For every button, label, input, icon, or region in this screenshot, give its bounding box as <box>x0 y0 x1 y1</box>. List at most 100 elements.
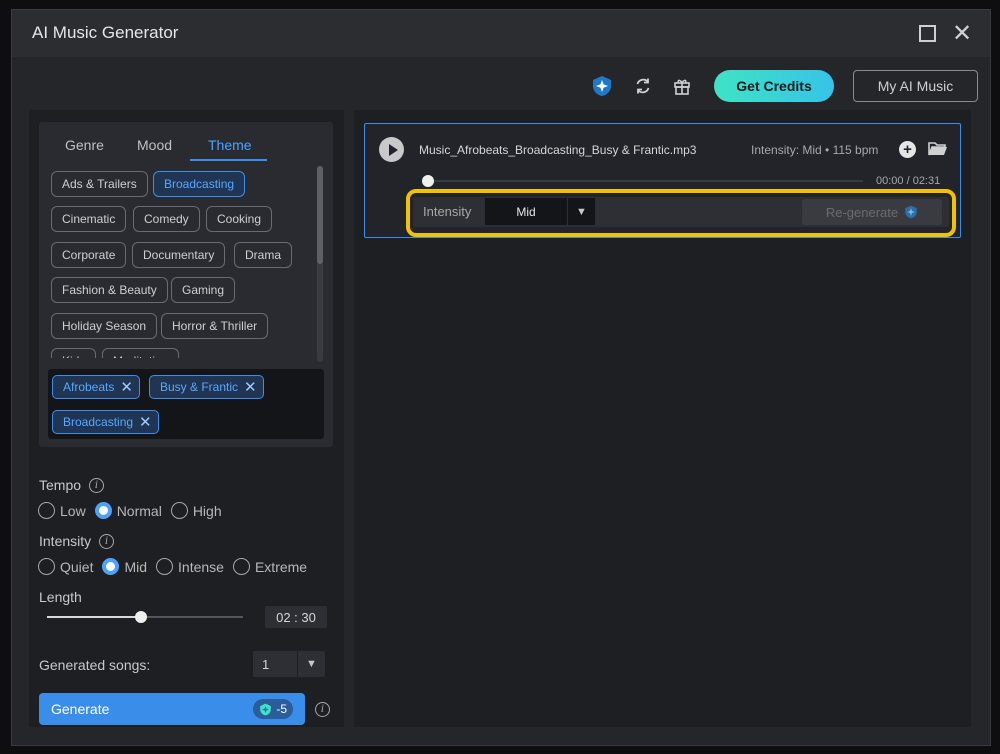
selected-tag-label: Broadcasting <box>63 415 134 429</box>
refresh-icon <box>636 78 650 94</box>
ai-credit-icon[interactable] <box>591 75 613 97</box>
selected-tag[interactable]: Afrobeats ✕ <box>52 375 140 399</box>
track-file-name: Music_Afrobeats_Broadcasting_Busy & Fran… <box>419 143 697 157</box>
radio-dot <box>232 558 250 575</box>
intensity-extreme-radio[interactable]: Extreme <box>232 558 307 575</box>
chip-scrollbar[interactable] <box>317 166 323 362</box>
tab-mood[interactable]: Mood <box>137 137 172 153</box>
my-ai-music-button[interactable]: My AI Music <box>853 70 978 102</box>
length-slider-fill <box>47 616 142 618</box>
chip-meditation[interactable]: Meditation <box>102 348 180 358</box>
intensity-label: Intensity i <box>39 533 115 549</box>
chip-comedy[interactable]: Comedy <box>133 206 200 232</box>
info-icon[interactable]: i <box>99 533 115 549</box>
remove-tag-icon[interactable]: ✕ <box>139 413 152 431</box>
length-slider-handle[interactable] <box>135 611 148 623</box>
shield-sparkle-icon <box>905 205 917 219</box>
chip-ads-trailers[interactable]: Ads & Trailers <box>51 171 148 197</box>
chip-holiday-season[interactable]: Holiday Season <box>51 313 158 339</box>
generated-songs-value: 1 <box>262 656 270 672</box>
chip-fashion-beauty[interactable]: Fashion & Beauty <box>51 277 168 303</box>
intensity-label-text: Intensity <box>39 533 92 549</box>
close-button[interactable]: ✕ <box>951 20 973 47</box>
chip-cinematic[interactable]: Cinematic <box>51 206 127 232</box>
tempo-high-radio[interactable]: High <box>170 502 222 519</box>
chip-cooking[interactable]: Cooking <box>206 206 273 232</box>
radio-dot <box>156 558 174 575</box>
track-intensity-select[interactable]: Mid ▼ <box>485 198 595 225</box>
chip-horror-thriller[interactable]: Horror & Thriller <box>161 313 269 339</box>
selected-tag-label: Afrobeats <box>63 380 115 394</box>
remove-tag-icon[interactable]: ✕ <box>120 378 133 396</box>
refresh-button[interactable] <box>632 75 654 97</box>
gift-button[interactable] <box>671 75 693 97</box>
chip-corporate[interactable]: Corporate <box>51 242 127 268</box>
category-tabs: Genre Mood Theme <box>39 122 333 161</box>
folder-open-icon <box>928 142 947 156</box>
radio-label: Low <box>60 502 86 519</box>
tag-selector: Genre Mood Theme Ads & Trailers Broadcas… <box>39 122 333 447</box>
chip-kids[interactable]: Kids <box>51 348 97 358</box>
tempo-low-radio[interactable]: Low <box>38 502 86 519</box>
generate-button[interactable]: Generate -5 <box>39 693 305 725</box>
radio-label: Quiet <box>60 558 94 575</box>
add-icon[interactable]: + <box>899 141 916 158</box>
credit-cost-badge: -5 <box>253 699 293 719</box>
track-intensity-value: Mid <box>516 204 536 219</box>
radio-dot <box>38 502 55 519</box>
playback-handle[interactable] <box>422 175 434 187</box>
selected-tags-box: Afrobeats ✕ Busy & Frantic ✕ Broadcasting ✕ <box>48 369 324 439</box>
track-intensity-label: Intensity <box>423 204 472 219</box>
scrollbar-thumb[interactable] <box>317 166 323 264</box>
chip-drama[interactable]: Drama <box>234 242 293 268</box>
generated-songs-select[interactable]: 1 ▼ <box>253 651 325 677</box>
intensity-mid-radio[interactable]: Mid <box>102 558 147 575</box>
radio-label: High <box>192 502 222 519</box>
regenerate-button[interactable]: Re-generate <box>802 199 942 225</box>
playback-time: 00:00 / 02:31 <box>876 175 941 187</box>
length-label: Length <box>39 589 82 605</box>
tempo-normal-radio[interactable]: Normal <box>94 502 162 519</box>
radio-label: Normal <box>116 502 162 519</box>
info-icon[interactable]: i <box>315 702 330 717</box>
playback-progress[interactable] <box>422 175 863 187</box>
chip-broadcasting[interactable]: Broadcasting <box>153 171 246 197</box>
intensity-intense-radio[interactable]: Intense <box>156 558 224 575</box>
close-icon: ✕ <box>951 19 973 47</box>
get-credits-button[interactable]: Get Credits <box>714 70 834 102</box>
remove-tag-icon[interactable]: ✕ <box>244 378 257 396</box>
track-card[interactable]: Music_Afrobeats_Broadcasting_Busy & Fran… <box>364 123 961 238</box>
tab-genre[interactable]: Genre <box>65 137 104 153</box>
chevron-down-icon[interactable]: ▼ <box>297 651 325 677</box>
tempo-label: Tempo i <box>39 477 105 493</box>
length-slider[interactable] <box>47 611 243 623</box>
chevron-down-icon[interactable]: ▼ <box>567 198 595 225</box>
chip-gaming[interactable]: Gaming <box>171 277 236 303</box>
active-tab-indicator <box>190 159 267 161</box>
maximize-button[interactable] <box>916 22 938 44</box>
maximize-icon <box>918 24 936 42</box>
selected-tag-label: Busy & Frantic <box>160 380 239 394</box>
info-icon[interactable]: i <box>89 477 105 493</box>
radio-label: Mid <box>124 558 148 575</box>
chip-documentary[interactable]: Documentary <box>132 242 226 268</box>
tempo-options: Low Normal High <box>38 502 222 519</box>
regenerate-label: Re-generate <box>825 204 899 220</box>
radio-dot <box>94 502 112 519</box>
tab-theme[interactable]: Theme <box>208 137 252 153</box>
radio-dot <box>102 558 120 575</box>
generated-songs-label: Generated songs: <box>39 657 151 673</box>
folder-icon[interactable] <box>928 141 948 162</box>
radio-dot <box>170 502 188 519</box>
play-button[interactable] <box>379 137 404 162</box>
radio-dot <box>38 558 55 575</box>
intensity-options: Quiet Mid Intense Extreme <box>38 558 307 575</box>
selected-tag[interactable]: Busy & Frantic ✕ <box>149 375 264 399</box>
radio-label: Intense <box>178 558 224 575</box>
track-intensity-row: Intensity Mid ▼ Re-generate <box>413 197 949 227</box>
selected-tag[interactable]: Broadcasting ✕ <box>52 410 159 434</box>
gift-icon <box>674 79 690 95</box>
shield-sparkle-icon <box>260 703 272 715</box>
intensity-quiet-radio[interactable]: Quiet <box>38 558 93 575</box>
length-value[interactable]: 02 : 30 <box>265 606 327 628</box>
